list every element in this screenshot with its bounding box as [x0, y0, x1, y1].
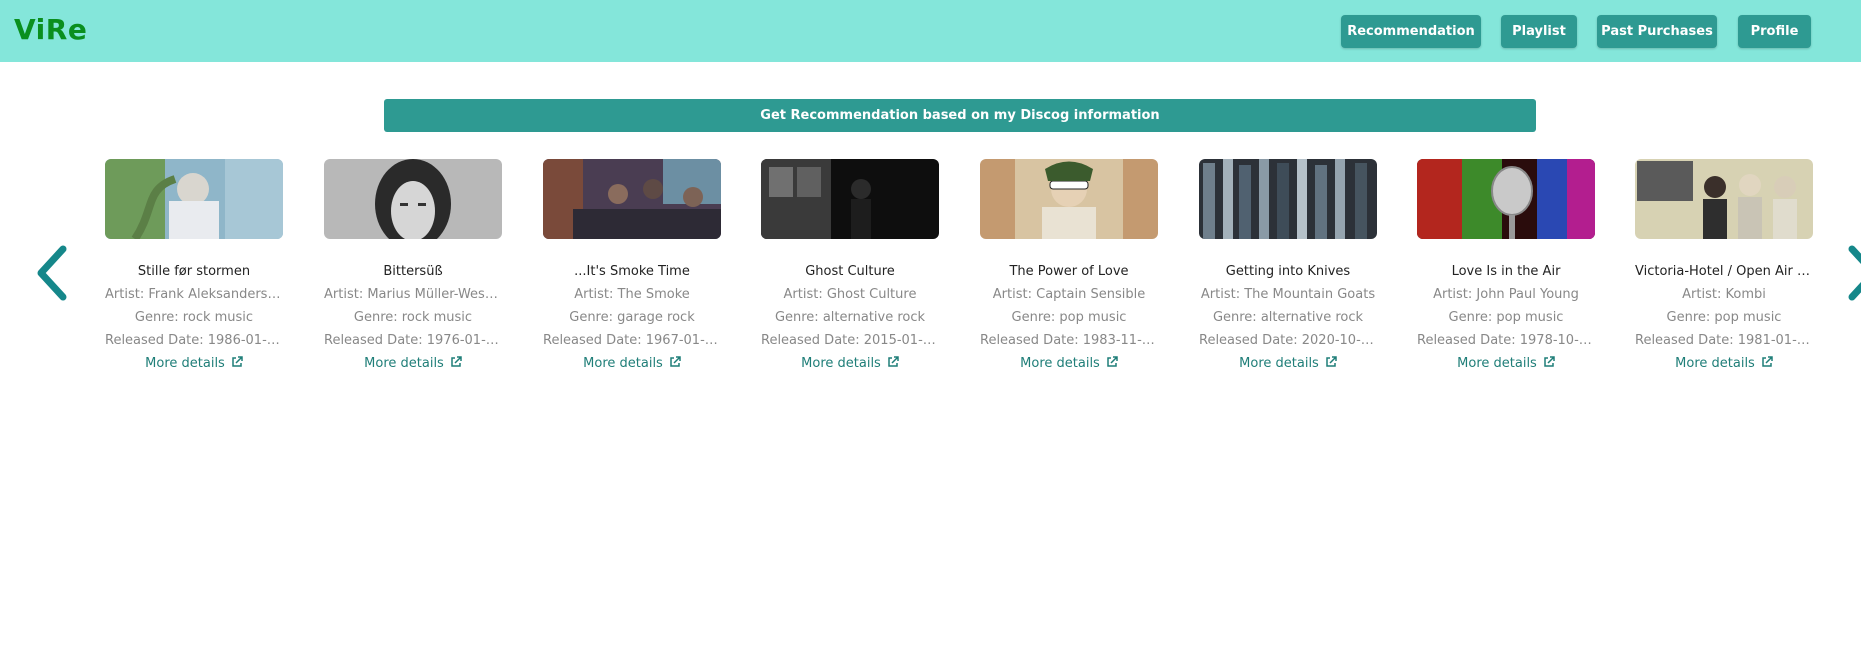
external-link-icon	[1107, 356, 1118, 367]
nav-playlist-button[interactable]: Playlist	[1501, 15, 1577, 48]
album-card[interactable]: ...It's Smoke Time Artist: The Smoke Gen…	[543, 159, 721, 373]
more-details-link[interactable]: More details	[105, 355, 283, 373]
album-title: Bittersüß	[383, 264, 443, 279]
more-details-label: More details	[1020, 356, 1100, 371]
more-details-link[interactable]: More details	[980, 355, 1158, 373]
app-logo[interactable]: ViRe	[14, 13, 87, 46]
top-navbar: ViRe Recommendation Playlist Past Purcha…	[0, 0, 1861, 62]
album-release-date: Released Date: 2020-10-23...	[1199, 333, 1377, 348]
album-genre: Genre: garage rock	[569, 310, 695, 325]
album-artist: Artist: Kombi	[1682, 287, 1766, 302]
album-title: ...It's Smoke Time	[574, 264, 690, 279]
album-cover-image[interactable]	[761, 159, 939, 239]
album-artist: Artist: The Mountain Goats	[1200, 287, 1376, 302]
album-title: Ghost Culture	[805, 264, 895, 279]
more-details-link[interactable]: More details	[1635, 355, 1813, 373]
album-release-date: Released Date: 1983-11-25...	[980, 333, 1158, 348]
album-title: Getting into Knives	[1225, 264, 1351, 279]
album-card[interactable]: Victoria-Hotel / Open Air R... Artist: K…	[1635, 159, 1813, 373]
album-artist: Artist: Captain Sensible	[992, 287, 1146, 302]
album-artist: Artist: The Smoke	[574, 287, 690, 302]
album-cover-image[interactable]	[324, 159, 502, 239]
album-genre: Genre: alternative rock	[1212, 310, 1364, 325]
more-details-label: More details	[1457, 356, 1537, 371]
album-artist: Artist: Ghost Culture	[783, 287, 917, 302]
chevron-right-icon	[1848, 245, 1861, 301]
more-details-link[interactable]: More details	[761, 355, 939, 373]
nav-recommendation-button[interactable]: Recommendation	[1341, 15, 1481, 48]
album-release-date: Released Date: 1981-01-01...	[1635, 333, 1813, 348]
album-genre: Genre: pop music	[1448, 310, 1564, 325]
album-genre: Genre: alternative rock	[774, 310, 926, 325]
album-title: The Power of Love	[1009, 264, 1129, 279]
external-link-icon	[451, 356, 462, 367]
more-details-label: More details	[1239, 356, 1319, 371]
more-details-label: More details	[1675, 356, 1755, 371]
more-details-label: More details	[801, 356, 881, 371]
more-details-label: More details	[364, 356, 444, 371]
album-release-date: Released Date: 1978-10-30...	[1417, 333, 1595, 348]
album-cover-image[interactable]	[1417, 159, 1595, 239]
nav-profile-button[interactable]: Profile	[1738, 15, 1811, 48]
album-cover-image[interactable]	[1199, 159, 1377, 239]
more-details-link[interactable]: More details	[543, 355, 721, 373]
more-details-label: More details	[583, 356, 663, 371]
album-title: Love Is in the Air	[1451, 264, 1561, 279]
album-card[interactable]: Bittersüß Artist: Marius Müller-Weste...…	[324, 159, 502, 373]
album-card[interactable]: Stille før stormen Artist: Frank Aleksan…	[105, 159, 283, 373]
album-card[interactable]: Getting into Knives Artist: The Mountain…	[1199, 159, 1377, 373]
album-card[interactable]: Ghost Culture Artist: Ghost Culture Genr…	[761, 159, 939, 373]
external-link-icon	[1762, 356, 1773, 367]
external-link-icon	[1544, 356, 1555, 367]
external-link-icon	[670, 356, 681, 367]
nav-past-purchases-button[interactable]: Past Purchases	[1597, 15, 1717, 48]
album-artist: Artist: Marius Müller-Weste...	[324, 287, 502, 302]
more-details-label: More details	[145, 356, 225, 371]
album-genre: Genre: pop music	[1011, 310, 1127, 325]
album-card[interactable]: Love Is in the Air Artist: John Paul You…	[1417, 159, 1595, 373]
external-link-icon	[888, 356, 899, 367]
chevron-left-icon	[37, 245, 67, 301]
album-genre: Genre: rock music	[353, 310, 473, 325]
album-title: Stille før stormen	[137, 264, 251, 279]
album-cover-image[interactable]	[105, 159, 283, 239]
more-details-link[interactable]: More details	[324, 355, 502, 373]
more-details-link[interactable]: More details	[1199, 355, 1377, 373]
album-title: Victoria-Hotel / Open Air R...	[1635, 264, 1813, 279]
album-cover-image[interactable]	[1635, 159, 1813, 239]
album-release-date: Released Date: 1976-01-01...	[324, 333, 502, 348]
external-link-icon	[232, 356, 243, 367]
album-cover-image[interactable]	[980, 159, 1158, 239]
album-artist: Artist: John Paul Young	[1433, 287, 1579, 302]
more-details-link[interactable]: More details	[1417, 355, 1595, 373]
carousel-prev-button[interactable]	[33, 243, 73, 303]
get-recommendation-button[interactable]: Get Recommendation based on my Discog in…	[384, 99, 1536, 132]
album-cover-image[interactable]	[543, 159, 721, 239]
carousel-next-button[interactable]	[1846, 243, 1861, 303]
album-release-date: Released Date: 2015-01-05...	[761, 333, 939, 348]
album-release-date: Released Date: 1967-01-01...	[543, 333, 721, 348]
album-release-date: Released Date: 1986-01-01...	[105, 333, 283, 348]
album-genre: Genre: rock music	[134, 310, 254, 325]
external-link-icon	[1326, 356, 1337, 367]
album-genre: Genre: pop music	[1666, 310, 1782, 325]
album-card[interactable]: The Power of Love Artist: Captain Sensib…	[980, 159, 1158, 373]
album-artist: Artist: Frank Aleksandersen	[105, 287, 283, 302]
